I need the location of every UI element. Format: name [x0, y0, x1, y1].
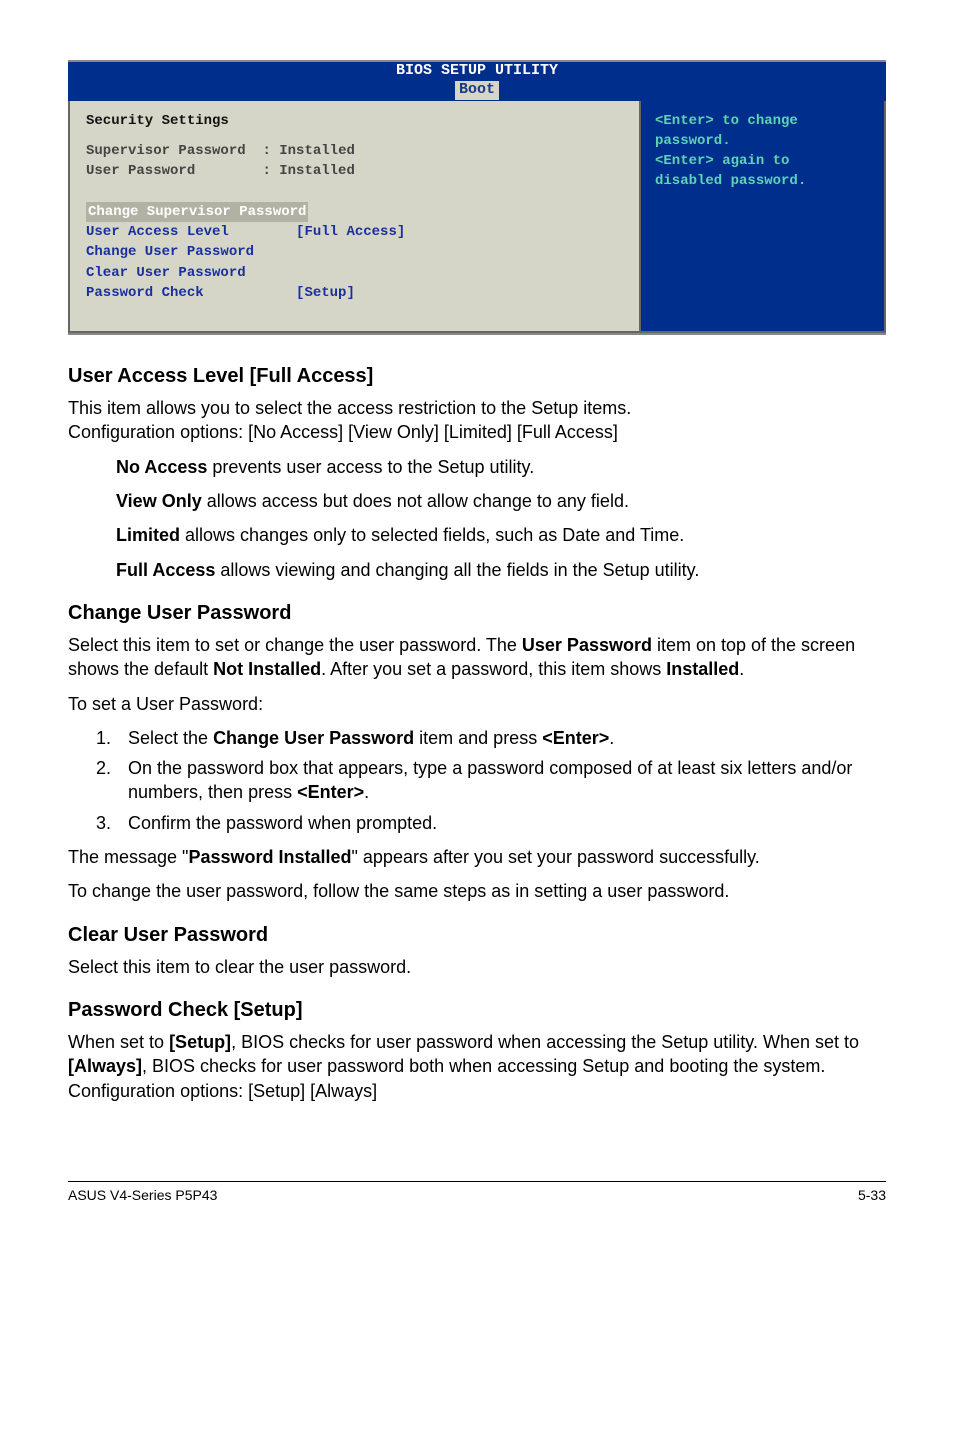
- cup-p3: The message "Password Installed" appears…: [68, 845, 886, 869]
- cup-p2: To set a User Password:: [68, 692, 886, 716]
- pchk-p1: When set to [Setup], BIOS checks for use…: [68, 1030, 886, 1103]
- cup-p1: Select this item to set or change the us…: [68, 633, 886, 682]
- bios-help-panel: <Enter> to change password. <Enter> agai…: [641, 101, 886, 334]
- user-password-row: User Password : Installed: [86, 161, 623, 181]
- help-line-2: password.: [655, 131, 874, 151]
- bios-settings-panel: Security Settings Supervisor Password : …: [68, 101, 641, 334]
- cup-p4: To change the user password, follow the …: [68, 879, 886, 903]
- password-check-value: [Setup]: [296, 285, 355, 301]
- ual-p1: This item allows you to select the acces…: [68, 396, 886, 445]
- supervisor-password-value: : Installed: [262, 143, 354, 159]
- clear-user-password[interactable]: Clear User Password: [86, 263, 623, 283]
- password-check-label: Password Check: [86, 285, 204, 301]
- help-line-4: disabled password.: [655, 171, 874, 191]
- bios-window: BIOS SETUP UTILITY Boot Security Setting…: [68, 60, 886, 335]
- security-settings-title: Security Settings: [86, 111, 623, 131]
- cup-step-3: Confirm the password when prompted.: [116, 811, 886, 835]
- cup-steps: Select the Change User Password item and…: [116, 726, 886, 835]
- change-supervisor-password[interactable]: Change Supervisor Password: [86, 202, 623, 222]
- bios-header: BIOS SETUP UTILITY Boot: [68, 62, 886, 101]
- cup-step-1: Select the Change User Password item and…: [116, 726, 886, 750]
- password-check-row[interactable]: Password Check [Setup]: [86, 283, 623, 303]
- bios-title: BIOS SETUP UTILITY: [396, 62, 558, 79]
- limited-desc: Limited allows changes only to selected …: [116, 523, 886, 547]
- supervisor-password-label: Supervisor Password: [86, 143, 246, 159]
- help-line-3: <Enter> again to: [655, 151, 874, 171]
- help-line-1: <Enter> to change: [655, 111, 874, 131]
- footer-right: 5-33: [858, 1186, 886, 1205]
- ual-heading: User Access Level [Full Access]: [68, 363, 886, 390]
- footer-left: ASUS V4-Series P5P43: [68, 1186, 217, 1205]
- cup-heading: Change User Password: [68, 600, 886, 627]
- change-user-password[interactable]: Change User Password: [86, 242, 623, 262]
- bios-body: Security Settings Supervisor Password : …: [68, 101, 886, 334]
- bios-tab-boot: Boot: [455, 81, 499, 100]
- user-access-level-row[interactable]: User Access Level [Full Access]: [86, 222, 623, 242]
- user-password-label: User Password: [86, 163, 195, 179]
- full-access-desc: Full Access allows viewing and changing …: [116, 558, 886, 582]
- pchk-heading: Password Check [Setup]: [68, 997, 886, 1024]
- view-only-desc: View Only allows access but does not all…: [116, 489, 886, 513]
- ual-label: User Access Level: [86, 224, 229, 240]
- clr-p1: Select this item to clear the user passw…: [68, 955, 886, 979]
- page-footer: ASUS V4-Series P5P43 5-33: [68, 1181, 886, 1205]
- no-access-desc: No Access prevents user access to the Se…: [116, 455, 886, 479]
- user-password-value: : Installed: [262, 163, 354, 179]
- cup-step-2: On the password box that appears, type a…: [116, 756, 886, 805]
- supervisor-password-row: Supervisor Password : Installed: [86, 141, 623, 161]
- ual-value: [Full Access]: [296, 224, 405, 240]
- clr-heading: Clear User Password: [68, 922, 886, 949]
